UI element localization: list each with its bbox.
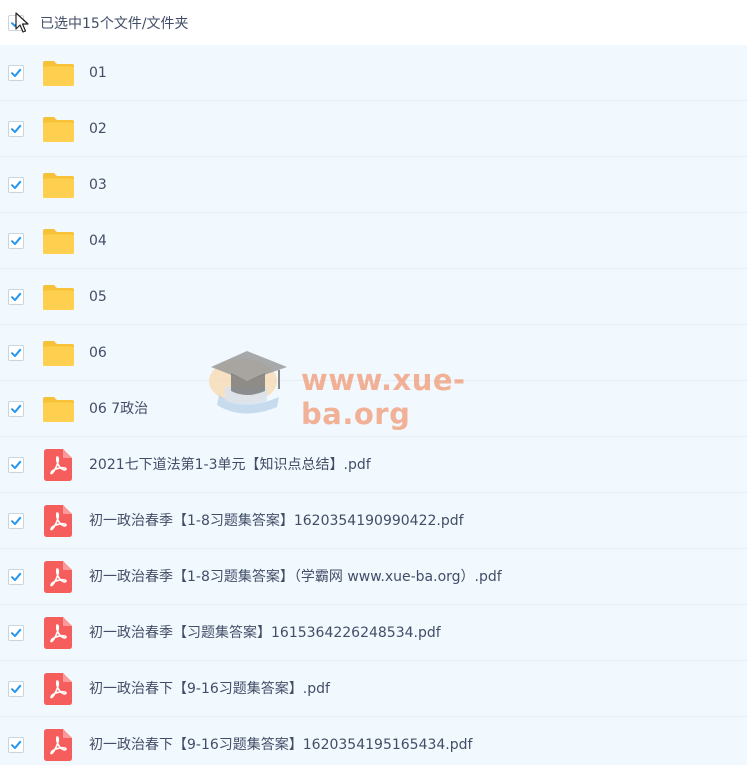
file-name[interactable]: 04	[89, 232, 107, 250]
checkmark-icon	[11, 516, 22, 525]
file-row[interactable]: 06 7政治	[0, 381, 747, 437]
row-checkbox[interactable]	[8, 401, 24, 417]
row-checkbox[interactable]	[8, 121, 24, 137]
row-checkbox[interactable]	[8, 513, 24, 529]
checkmark-icon	[11, 460, 22, 469]
checkmark-icon	[11, 68, 22, 77]
file-row[interactable]: 04	[0, 213, 747, 269]
file-row[interactable]: 初一政治春季【1-8习题集答案】（学霸网 www.xue-ba.org）.pdf	[0, 549, 747, 605]
row-checkbox[interactable]	[8, 233, 24, 249]
row-checkbox[interactable]	[8, 177, 24, 193]
file-name[interactable]: 初一政治春下【9-16习题集答案】.pdf	[89, 680, 330, 698]
folder-icon	[43, 173, 74, 198]
file-list-page: 已选中15个文件/文件夹 01 02 03 04 05 06 06 7政治 2021七下道法第…	[0, 0, 747, 765]
mouse-cursor-icon	[15, 12, 29, 33]
checkmark-icon	[11, 628, 22, 637]
file-row[interactable]: 01	[0, 45, 747, 101]
folder-icon	[43, 61, 74, 86]
file-name[interactable]: 05	[89, 288, 107, 306]
selection-header: 已选中15个文件/文件夹	[0, 0, 747, 45]
checkmark-icon	[11, 292, 22, 301]
file-row[interactable]: 初一政治春下【9-16习题集答案】1620354195165434.pdf	[0, 717, 747, 765]
file-row[interactable]: 初一政治春下【9-16习题集答案】.pdf	[0, 661, 747, 717]
row-checkbox[interactable]	[8, 457, 24, 473]
pdf-icon	[44, 561, 72, 593]
file-name[interactable]: 06 7政治	[89, 400, 148, 418]
file-name[interactable]: 初一政治春季【习题集答案】1615364226248534.pdf	[89, 624, 441, 642]
row-checkbox[interactable]	[8, 289, 24, 305]
checkmark-icon	[11, 124, 22, 133]
row-checkbox[interactable]	[8, 681, 24, 697]
checkmark-icon	[11, 684, 22, 693]
pdf-icon	[44, 617, 72, 649]
file-name[interactable]: 02	[89, 120, 107, 138]
pdf-icon	[44, 505, 72, 537]
file-row[interactable]: 06	[0, 325, 747, 381]
file-row[interactable]: 初一政治春季【1-8习题集答案】1620354190990422.pdf	[0, 493, 747, 549]
pdf-icon	[44, 449, 72, 481]
checkmark-icon	[11, 348, 22, 357]
row-checkbox[interactable]	[8, 65, 24, 81]
row-checkbox[interactable]	[8, 345, 24, 361]
checkmark-icon	[11, 236, 22, 245]
checkmark-icon	[11, 180, 22, 189]
folder-icon	[43, 285, 74, 310]
selection-count-text: 已选中15个文件/文件夹	[40, 16, 189, 32]
row-checkbox[interactable]	[8, 625, 24, 641]
checkmark-icon	[11, 740, 22, 749]
file-name[interactable]: 2021七下道法第1-3单元【知识点总结】.pdf	[89, 456, 371, 474]
pdf-icon	[44, 673, 72, 705]
file-list: 01 02 03 04 05 06 06 7政治 2021七下道法第1-3单元【知识点总结】.…	[0, 45, 747, 765]
file-name[interactable]: 初一政治春季【1-8习题集答案】1620354190990422.pdf	[89, 512, 464, 530]
checkmark-icon	[11, 404, 22, 413]
file-name[interactable]: 初一政治春下【9-16习题集答案】1620354195165434.pdf	[89, 736, 472, 754]
folder-icon	[43, 397, 74, 422]
row-checkbox[interactable]	[8, 569, 24, 585]
pdf-icon	[44, 729, 72, 761]
row-checkbox[interactable]	[8, 737, 24, 753]
file-row[interactable]: 02	[0, 101, 747, 157]
file-name[interactable]: 03	[89, 176, 107, 194]
file-row[interactable]: 05	[0, 269, 747, 325]
file-name[interactable]: 初一政治春季【1-8习题集答案】（学霸网 www.xue-ba.org）.pdf	[89, 568, 502, 586]
file-row[interactable]: 03	[0, 157, 747, 213]
file-name[interactable]: 01	[89, 64, 107, 82]
file-row[interactable]: 2021七下道法第1-3单元【知识点总结】.pdf	[0, 437, 747, 493]
folder-icon	[43, 229, 74, 254]
checkmark-icon	[11, 572, 22, 581]
file-name[interactable]: 06	[89, 344, 107, 362]
folder-icon	[43, 341, 74, 366]
file-row[interactable]: 初一政治春季【习题集答案】1615364226248534.pdf	[0, 605, 747, 661]
folder-icon	[43, 117, 74, 142]
